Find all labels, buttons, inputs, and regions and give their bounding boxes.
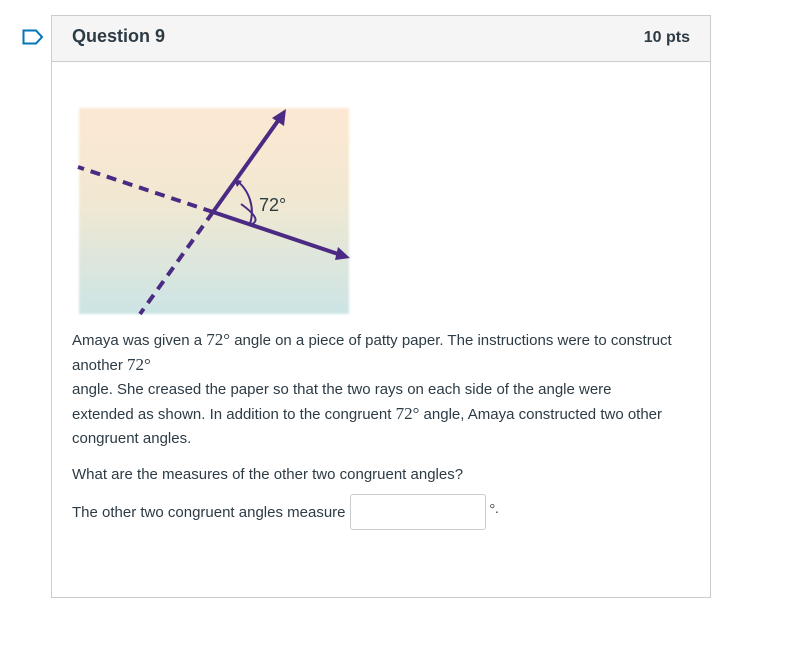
math-72-degree-2: 72° — [127, 355, 151, 374]
answer-row: The other two congruent angles measure °… — [72, 494, 499, 530]
question-paragraph: Amaya was given a 72° angle on a piece o… — [72, 330, 672, 447]
question-header: Question 9 10 pts — [52, 16, 710, 62]
question-prompt: What are the measures of the other two c… — [72, 466, 464, 483]
question-card: Question 9 10 pts 72° Amaya was given a … — [51, 15, 711, 598]
question-body: Amaya was given a 72° angle on a piece o… — [72, 328, 672, 487]
question-points: 10 pts — [643, 29, 690, 46]
question-title: Question 9 — [72, 26, 166, 46]
math-72-degree-3: 72° — [395, 404, 420, 423]
angle-figure: 72° — [77, 108, 350, 316]
flag-question-icon[interactable] — [22, 29, 44, 45]
answer-label: The other two congruent angles measure — [72, 503, 346, 521]
degree-unit: °. — [489, 502, 499, 517]
math-72-degree-1: 72° — [206, 330, 231, 349]
angle-label: 72° — [259, 195, 286, 215]
answer-input[interactable] — [349, 494, 486, 530]
